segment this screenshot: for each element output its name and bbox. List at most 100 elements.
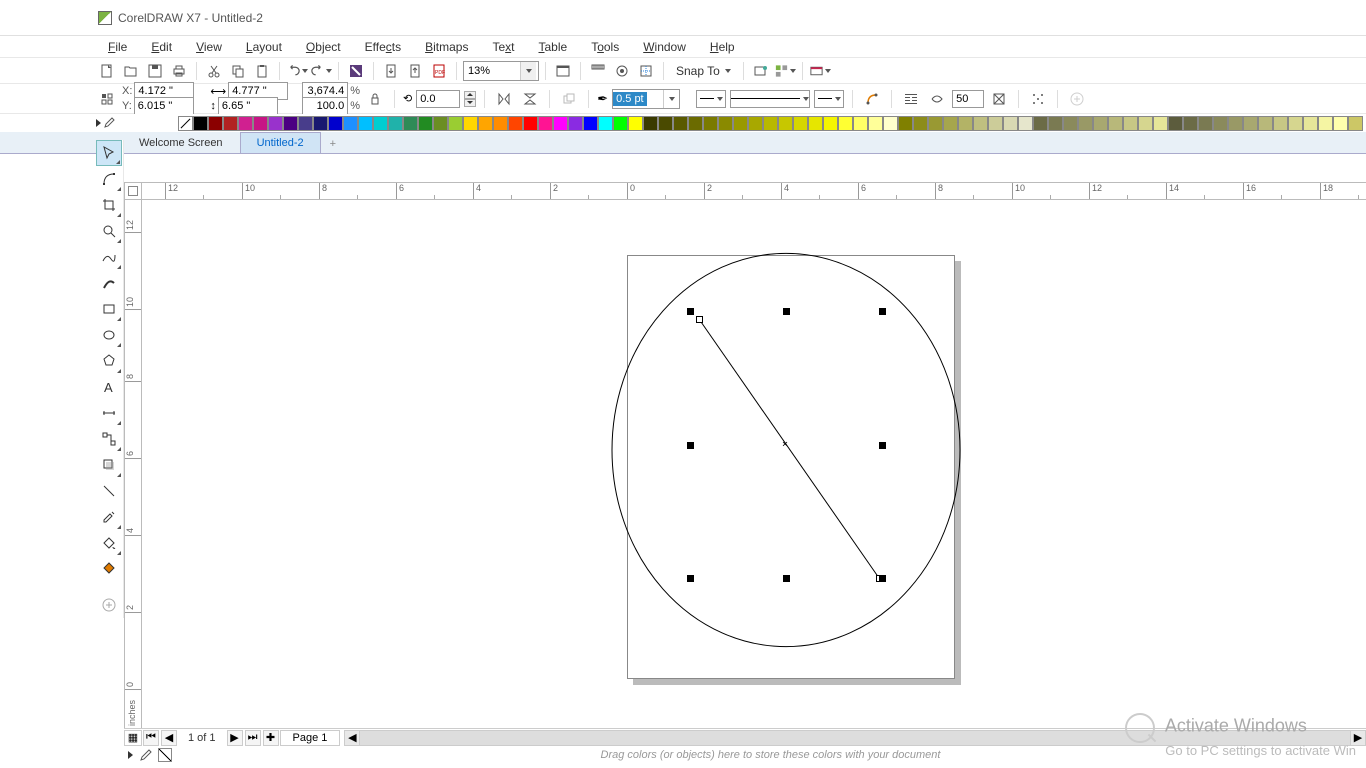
color-swatch[interactable] xyxy=(1213,116,1228,131)
color-swatch[interactable] xyxy=(853,116,868,131)
color-swatch[interactable] xyxy=(808,116,823,131)
color-swatch[interactable] xyxy=(1153,116,1168,131)
save-button[interactable] xyxy=(144,60,166,82)
tab-untitled[interactable]: Untitled-2 xyxy=(240,132,321,153)
app-launcher-button[interactable] xyxy=(774,60,796,82)
interactive-fill-tool[interactable] xyxy=(96,530,122,556)
color-swatch[interactable] xyxy=(718,116,733,131)
open-button[interactable] xyxy=(120,60,142,82)
convert-to-curves-button[interactable] xyxy=(1027,88,1049,110)
color-swatch[interactable] xyxy=(1348,116,1363,131)
show-rulers-button[interactable] xyxy=(587,60,609,82)
color-swatch[interactable] xyxy=(1288,116,1303,131)
color-swatch[interactable] xyxy=(358,116,373,131)
menu-window[interactable]: Window xyxy=(631,37,698,57)
dock-expand-icon[interactable] xyxy=(128,751,133,759)
color-swatch[interactable] xyxy=(1303,116,1318,131)
color-swatch[interactable] xyxy=(1093,116,1108,131)
color-swatch[interactable] xyxy=(988,116,1003,131)
mirror-h-button[interactable] xyxy=(493,88,515,110)
pick-tool[interactable] xyxy=(96,140,122,166)
color-swatch[interactable] xyxy=(1168,116,1183,131)
drop-shadow-tool[interactable] xyxy=(96,452,122,478)
selection-handle[interactable] xyxy=(687,308,694,315)
connector-tool[interactable] xyxy=(96,426,122,452)
menu-file[interactable]: File xyxy=(96,37,139,57)
no-fill-swatch[interactable] xyxy=(178,116,193,131)
mirror-v-button[interactable] xyxy=(519,88,541,110)
height-input[interactable] xyxy=(219,98,277,114)
color-swatch[interactable] xyxy=(673,116,688,131)
menu-table[interactable]: Table xyxy=(527,37,580,57)
dock-nofill-swatch[interactable] xyxy=(158,748,172,762)
color-swatch[interactable] xyxy=(1018,116,1033,131)
undo-button[interactable] xyxy=(286,60,308,82)
quick-customize-button[interactable] xyxy=(96,592,122,618)
smart-fill-tool[interactable] xyxy=(96,556,122,582)
horizontal-ruler[interactable]: 12108642024681012141618 xyxy=(142,182,1366,200)
freehand-tool[interactable] xyxy=(96,244,122,270)
color-swatch[interactable] xyxy=(643,116,658,131)
selection-handle[interactable] xyxy=(879,575,886,582)
color-swatch[interactable] xyxy=(1048,116,1063,131)
menu-tools[interactable]: Tools xyxy=(579,37,631,57)
color-swatch[interactable] xyxy=(1108,116,1123,131)
color-swatch[interactable] xyxy=(523,116,538,131)
color-swatch[interactable] xyxy=(658,116,673,131)
menu-layout[interactable]: Layout xyxy=(234,37,294,57)
menu-view[interactable]: View xyxy=(184,37,234,57)
color-swatch[interactable] xyxy=(223,116,238,131)
pos-y-input[interactable] xyxy=(135,98,193,114)
zoom-input[interactable] xyxy=(464,62,520,80)
print-button[interactable] xyxy=(168,60,190,82)
color-swatch[interactable] xyxy=(973,116,988,131)
color-swatch[interactable] xyxy=(508,116,523,131)
color-swatch[interactable] xyxy=(1063,116,1078,131)
color-swatch[interactable] xyxy=(958,116,973,131)
color-swatch[interactable] xyxy=(613,116,628,131)
color-swatch[interactable] xyxy=(478,116,493,131)
color-swatch[interactable] xyxy=(883,116,898,131)
color-swatch[interactable] xyxy=(1003,116,1018,131)
wrap-text-button[interactable] xyxy=(900,88,922,110)
export-button[interactable] xyxy=(404,60,426,82)
color-swatch[interactable] xyxy=(493,116,508,131)
color-swatch[interactable] xyxy=(1243,116,1258,131)
rotation-input[interactable] xyxy=(417,91,459,107)
zoom-dropdown-icon[interactable] xyxy=(520,62,536,80)
selection-handle[interactable] xyxy=(687,575,694,582)
color-swatch[interactable] xyxy=(283,116,298,131)
ruler-origin-button[interactable] xyxy=(124,182,142,200)
color-swatch[interactable] xyxy=(373,116,388,131)
start-arrow-combo[interactable] xyxy=(696,90,726,108)
drawing-canvas[interactable]: × xyxy=(142,200,1366,728)
color-swatch[interactable] xyxy=(688,116,703,131)
selection-handle[interactable] xyxy=(879,442,886,449)
line-style-combo[interactable] xyxy=(730,90,810,108)
vertical-ruler[interactable]: inches 121086420 xyxy=(124,200,142,728)
color-swatch[interactable] xyxy=(838,116,853,131)
zoom-tool[interactable] xyxy=(96,218,122,244)
fullscreen-button[interactable] xyxy=(552,60,574,82)
selection-center-marker[interactable]: × xyxy=(782,439,788,450)
import-button[interactable] xyxy=(380,60,402,82)
menu-text[interactable]: Text xyxy=(480,37,526,57)
transparency-tool[interactable] xyxy=(96,478,122,504)
page-menu-button[interactable]: ▦ xyxy=(124,730,142,746)
color-swatch[interactable] xyxy=(403,116,418,131)
color-swatch[interactable] xyxy=(748,116,763,131)
color-swatch[interactable] xyxy=(898,116,913,131)
options-button[interactable] xyxy=(750,60,772,82)
eyedropper-tool[interactable] xyxy=(96,504,122,530)
color-swatch[interactable] xyxy=(793,116,808,131)
end-arrow-combo[interactable] xyxy=(814,90,844,108)
selection-handle[interactable] xyxy=(879,308,886,315)
color-swatch[interactable] xyxy=(703,116,718,131)
color-swatch[interactable] xyxy=(448,116,463,131)
color-swatch[interactable] xyxy=(463,116,478,131)
prev-page-button[interactable]: ◀ xyxy=(161,730,177,746)
to-front-button[interactable] xyxy=(558,88,580,110)
color-swatch[interactable] xyxy=(778,116,793,131)
dock-edit-icon[interactable] xyxy=(139,748,153,762)
add-button[interactable] xyxy=(1066,88,1088,110)
